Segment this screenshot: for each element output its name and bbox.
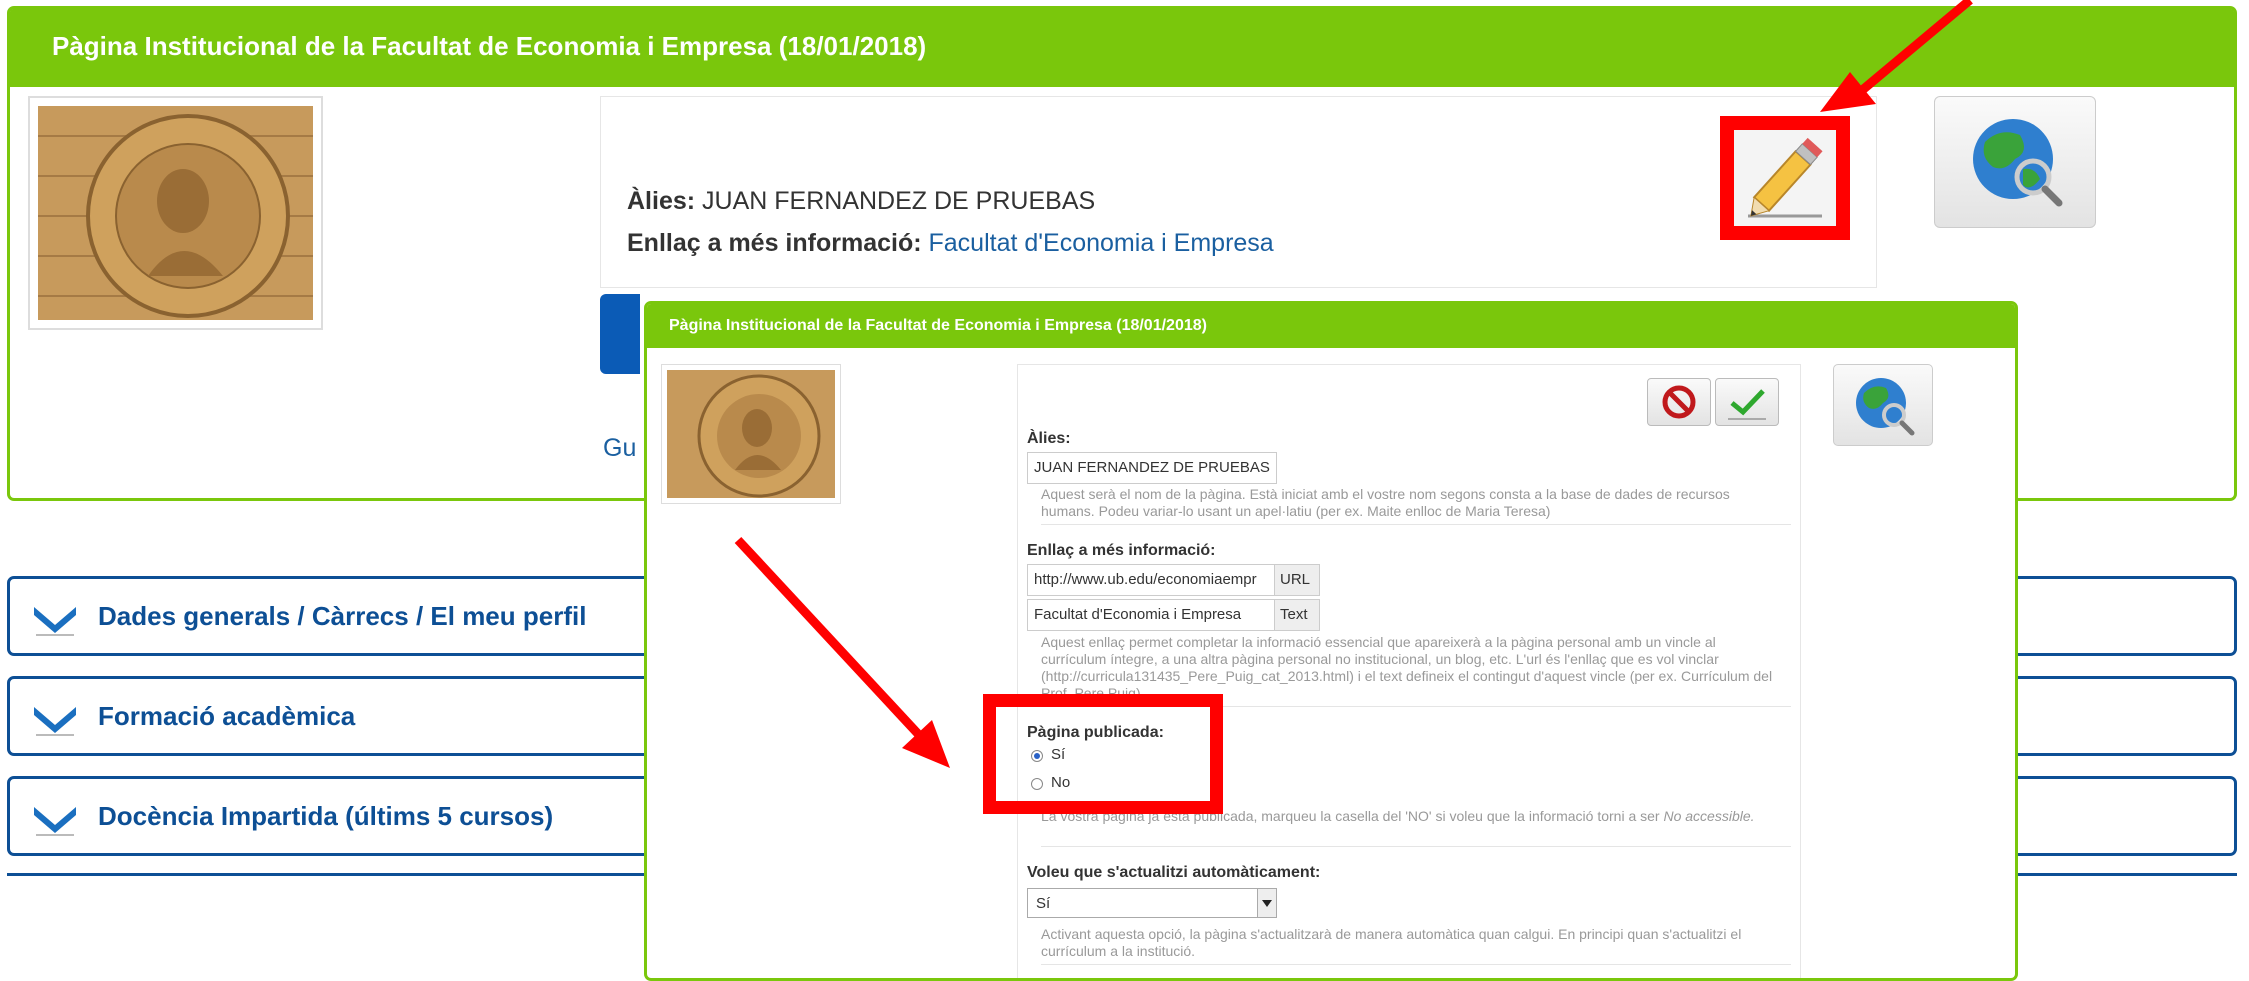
panel-title: Pàgina Institucional de la Facultat de E… xyxy=(52,31,927,61)
auto-update-help-text: Activant aquesta opció, la pàgina s'actu… xyxy=(1041,926,1742,959)
dialog-profile-photo xyxy=(661,364,841,504)
alias-help-text: Aquest serà el nom de la pàgina. Està in… xyxy=(1041,486,1730,519)
auto-update-select[interactable]: Sí xyxy=(1027,888,1277,918)
more-info-line: Enllaç a més informació: Facultat d'Econ… xyxy=(627,229,1274,258)
link-help-text: Aquest enllaç permet completar la inform… xyxy=(1041,634,1773,700)
divider xyxy=(1041,964,1791,965)
more-info-link[interactable]: Facultat d'Economia i Empresa xyxy=(929,229,1274,257)
portrait-medallion xyxy=(667,370,835,498)
published-help-emphasis: No accessible. xyxy=(1663,808,1755,824)
partially-hidden-button[interactable] xyxy=(600,294,640,374)
globe-search-icon xyxy=(1856,378,1915,436)
check-icon xyxy=(1728,389,1766,420)
accordion-label: Docència Impartida (últims 5 cursos) xyxy=(98,801,554,831)
url-addon: URL xyxy=(1274,564,1320,596)
chevron-down-icon xyxy=(34,807,76,836)
link-text-input[interactable]: Facultat d'Economia i Empresa xyxy=(1027,599,1275,631)
edit-button[interactable] xyxy=(1720,116,1850,240)
dialog-preview-globe-button[interactable] xyxy=(1833,364,1933,446)
alias-line: Àlies: JUAN FERNANDEZ DE PRUEBAS xyxy=(627,187,1095,216)
divider xyxy=(1041,846,1791,847)
highlight-box-published xyxy=(983,694,1223,814)
auto-update-field-label: Voleu que s'actualitzi automàticament: xyxy=(1027,864,1321,881)
pencil-icon xyxy=(1748,137,1823,218)
save-button[interactable] xyxy=(1715,378,1779,426)
chevron-down-icon[interactable] xyxy=(1257,889,1276,917)
url-input[interactable]: http://www.ub.edu/economiaempr xyxy=(1027,564,1275,596)
globe-search-icon xyxy=(1973,119,2063,207)
chevron-down-icon xyxy=(34,707,76,736)
preview-globe-button[interactable] xyxy=(1934,96,2096,228)
profile-photo xyxy=(28,96,323,330)
divider xyxy=(1041,524,1791,525)
portrait-medallion xyxy=(38,106,313,320)
cancel-icon xyxy=(1662,385,1696,419)
alias-info-box: Àlies: JUAN FERNANDEZ DE PRUEBAS Enllaç … xyxy=(600,96,1877,288)
accordion-label: Dades generals / Càrrecs / El meu perfil xyxy=(98,601,587,631)
link-field-label: Enllaç a més informació: xyxy=(1027,542,1216,559)
cancel-button[interactable] xyxy=(1647,378,1711,426)
edit-dialog: Pàgina Institucional de la Facultat de E… xyxy=(644,301,2018,981)
accordion-label: Formació acadèmica xyxy=(98,701,356,731)
dialog-title: Pàgina Institucional de la Facultat de E… xyxy=(669,317,1207,334)
chevron-down-icon xyxy=(34,607,76,636)
alias-field-label: Àlies: xyxy=(1027,430,1071,447)
alias-value: JUAN FERNANDEZ DE PRUEBAS xyxy=(702,187,1096,215)
partial-link-text[interactable]: Gu xyxy=(603,434,636,463)
text-addon: Text xyxy=(1274,599,1320,631)
alias-input[interactable]: JUAN FERNANDEZ DE PRUEBAS xyxy=(1027,452,1277,484)
auto-update-selected-value: Sí xyxy=(1036,895,1051,912)
alias-label: Àlies: xyxy=(627,187,696,215)
more-info-label: Enllaç a més informació: xyxy=(627,229,922,257)
